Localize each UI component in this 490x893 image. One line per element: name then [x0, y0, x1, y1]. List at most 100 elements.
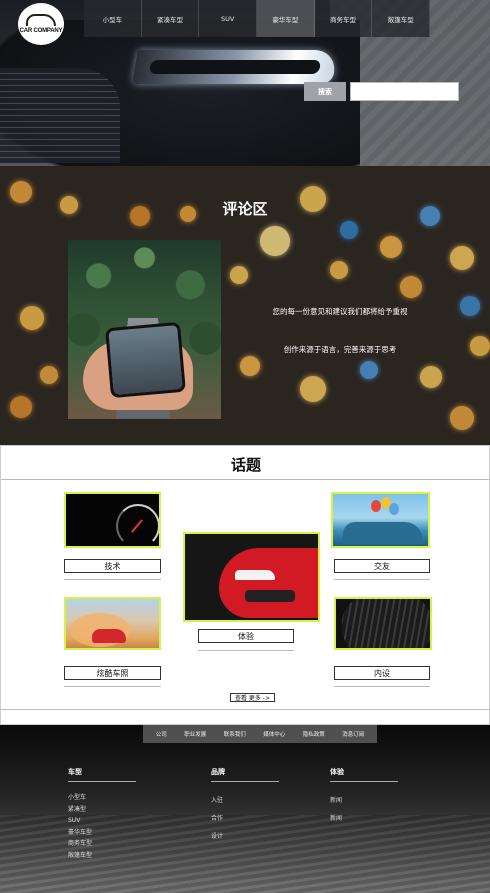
main-nav: 小型车 紧凑车型 SUV 豪华车型 商务车型 敞篷车型 — [84, 0, 431, 37]
footer-link-bar: 公司 职业发展 联系我们 媒体中心 隐私政策 消息订阅 — [143, 725, 377, 743]
bokeh-light — [300, 376, 326, 402]
red-car-image — [219, 548, 318, 618]
interior-image[interactable] — [334, 597, 432, 650]
footer-column-heading: 车型 — [68, 768, 82, 776]
topic-label-tech[interactable]: 技术 — [64, 559, 161, 573]
phone-road-photo — [68, 240, 221, 419]
tire-image — [342, 599, 430, 648]
rally-car-image — [92, 629, 126, 643]
footer-link-company[interactable]: 公司 — [156, 730, 167, 738]
nav-label: 紧凑车型 — [157, 15, 183, 24]
divider — [198, 650, 294, 651]
footer-item[interactable]: 商务车型 — [68, 838, 136, 850]
divider — [211, 781, 279, 782]
comment-text-1: 您的每一份意见和建议我们都将给予重视 — [272, 307, 408, 316]
topics-section: 话题 技术 交友 体验 炫酷车照 内设 查看 更多 -> — [0, 445, 490, 725]
tech-image[interactable] — [64, 492, 161, 548]
bokeh-light — [340, 221, 358, 239]
bokeh-light — [360, 361, 378, 379]
footer-item[interactable]: 合作 — [211, 810, 279, 828]
company-logo[interactable]: CAR COMPANY — [18, 3, 64, 45]
view-more-button[interactable]: 查看 更多 -> — [230, 693, 275, 702]
bokeh-light — [420, 366, 442, 388]
divider — [68, 781, 136, 782]
bokeh-light — [450, 246, 474, 270]
grille-image — [245, 590, 295, 602]
phone-image — [105, 321, 186, 399]
nav-label: 敞篷车型 — [387, 15, 414, 24]
nav-item-luxury[interactable]: 豪华车型 — [257, 0, 315, 37]
divider — [1, 479, 490, 480]
car-headlight-inner — [148, 60, 322, 74]
footer-column-heading: 品牌 — [211, 768, 225, 776]
nav-label: 小型车 — [102, 15, 123, 24]
bokeh-light — [460, 296, 480, 316]
bokeh-light — [330, 261, 348, 279]
car-grille-image — [0, 68, 120, 163]
bokeh-light — [400, 276, 422, 298]
nav-label: 豪华车型 — [272, 15, 299, 24]
footer-item[interactable]: 紧凑型 — [68, 804, 136, 816]
footer-item[interactable]: 新闻 — [330, 810, 398, 828]
footer-item[interactable]: 小型车 — [68, 792, 136, 804]
bokeh-light — [450, 406, 474, 430]
car-image — [343, 522, 423, 544]
topic-label-social[interactable]: 交友 — [334, 559, 430, 573]
bokeh-light — [230, 266, 248, 284]
footer-link-careers[interactable]: 职业发展 — [184, 730, 206, 738]
balloon-icon — [371, 500, 381, 512]
footer-item[interactable]: 入驻 — [211, 792, 279, 810]
nav-item-convertible[interactable]: 敞篷车型 — [372, 0, 431, 37]
comment-text-2: 创作来源于语言，完善来源于思考 — [283, 345, 397, 354]
car-logo-icon — [26, 14, 56, 26]
site-footer: 公司 职业发展 联系我们 媒体中心 隐私政策 消息订阅 车型 小型车 紧凑型 S… — [0, 725, 490, 893]
cool-car-photo-image[interactable] — [64, 597, 161, 650]
nav-label: 商务车型 — [330, 15, 357, 24]
balloon-icon — [389, 503, 399, 515]
footer-item[interactable]: SUV — [68, 815, 136, 827]
search-input[interactable] — [350, 82, 459, 101]
bokeh-light — [240, 356, 260, 376]
bokeh-light — [10, 396, 32, 418]
footer-link-subscribe[interactable]: 消息订阅 — [342, 730, 364, 738]
comment-section-title: 评论区 — [222, 200, 268, 218]
hero-banner: CAR COMPANY 小型车 紧凑车型 SUV 豪华车型 商务车型 敞篷车型 … — [0, 0, 490, 166]
topic-label-interior[interactable]: 内设 — [334, 666, 430, 680]
topic-label-cool-photos[interactable]: 炫酷车照 — [64, 666, 161, 680]
bokeh-light — [20, 306, 44, 330]
bokeh-light — [380, 236, 402, 258]
divider — [334, 579, 430, 580]
nav-item-small[interactable]: 紧凑车型 — [142, 0, 200, 37]
footer-column-brand: 品牌 入驻 合作 设计 — [211, 767, 279, 846]
nav-label: SUV — [221, 14, 235, 23]
divider — [64, 579, 161, 580]
experience-image[interactable] — [183, 532, 320, 622]
footer-column-experience: 体验 新闻 新闻 — [330, 767, 398, 828]
divider — [64, 686, 161, 687]
footer-item[interactable]: 敞篷车型 — [68, 850, 136, 862]
headlight-image — [235, 570, 275, 580]
comment-section: 评论区 您的每一份意见和建议我们都将给予重视 创作来源于语言，完善来源于思考 — [0, 166, 490, 445]
footer-item[interactable]: 设计 — [211, 828, 279, 846]
nav-item-suv[interactable]: SUV — [199, 0, 258, 37]
bokeh-light — [470, 336, 490, 356]
nav-item-business[interactable]: 商务车型 — [315, 0, 373, 37]
logo-text: CAR COMPANY — [19, 28, 63, 34]
divider — [330, 781, 398, 782]
footer-item[interactable]: 豪华车型 — [68, 827, 136, 839]
footer-column-models: 车型 小型车 紧凑型 SUV 豪华车型 商务车型 敞篷车型 — [68, 767, 136, 861]
search-button[interactable]: 搜索 — [304, 82, 346, 101]
topics-title: 话题 — [230, 456, 261, 474]
bokeh-light — [260, 226, 290, 256]
divider — [1, 709, 490, 710]
footer-link-privacy[interactable]: 隐私政策 — [303, 730, 325, 738]
bokeh-light — [40, 366, 58, 384]
footer-link-media[interactable]: 媒体中心 — [263, 730, 285, 738]
social-image[interactable] — [331, 492, 430, 548]
topic-label-experience[interactable]: 体验 — [198, 629, 294, 643]
divider — [334, 686, 430, 687]
footer-item[interactable]: 新闻 — [330, 792, 398, 810]
footer-link-contact[interactable]: 联系我们 — [224, 730, 246, 738]
footer-column-heading: 体验 — [330, 768, 344, 776]
nav-item-compact[interactable]: 小型车 — [84, 0, 142, 37]
